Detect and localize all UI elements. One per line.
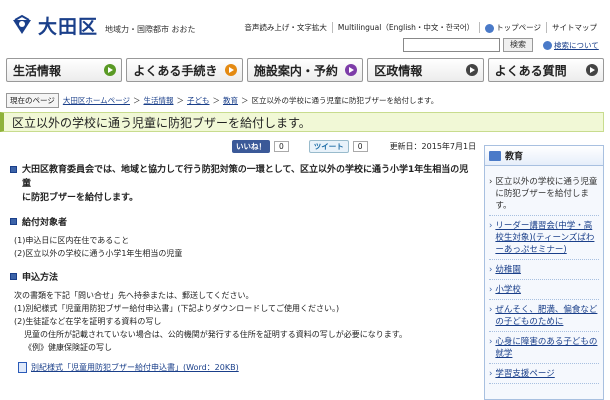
arrow-right-icon [345, 64, 358, 76]
application-text: 次の書類を下記「問い合せ」先へ持参または、郵送してください。 (1)別紀様式「児… [14, 291, 407, 352]
logo-text: 大田区 [38, 16, 99, 38]
chevron-right-icon: › [489, 337, 493, 347]
arrow-right-icon [586, 64, 599, 76]
search-input[interactable] [403, 38, 500, 52]
nav-life-info[interactable]: 生活情報 [6, 58, 123, 82]
eligibility-text: (1)申込日に区内在住であること (2)区立以外の学校に通う小学1年生相当の児童 [14, 236, 183, 258]
chevron-right-icon: › [489, 265, 493, 275]
breadcrumb-education[interactable]: 教育 [223, 95, 238, 106]
sidebar-item-disability[interactable]: › 心身に障害のある子どもの就学 [489, 332, 599, 364]
facebook-like-button[interactable]: いいね！ [232, 140, 270, 153]
breadcrumb-life[interactable]: 生活情報 [143, 95, 173, 106]
ota-city-emblem-icon [13, 14, 31, 34]
search-button[interactable]: 検索 [503, 38, 533, 52]
word-document-icon [18, 362, 27, 373]
square-bullet-icon [10, 166, 17, 173]
speech-zoom-link[interactable]: 音声読み上げ・文字拡大 [239, 22, 332, 33]
multilingual-link[interactable]: Multilingual（English・中文・한국어） [331, 22, 479, 33]
square-bullet-icon [10, 273, 17, 280]
sidebar-list: › 区立以外の学校に通う児童に防犯ブザーを給付します。 › リーダー講習会(中学・高… [485, 166, 603, 384]
social-share: いいね！ 0 ツイート 0 更新日：2015年7月1日 [232, 140, 476, 153]
download-file[interactable]: 別紀様式「児童用防犯ブザー給付申込書」(Word：20KB) [10, 362, 476, 373]
arrow-right-icon [465, 64, 478, 76]
book-icon [489, 150, 501, 161]
updated-date: 更新日：2015年7月1日 [389, 142, 477, 151]
search-guide[interactable]: 検索について [543, 40, 599, 51]
sidebar-item-leader-seminar[interactable]: › リーダー講習会(中学・高校生対象)(ティーンズぱわーあっぷセミナー) [489, 216, 599, 260]
tweet-count: 0 [352, 141, 368, 152]
chevron-right-icon: › [489, 177, 493, 187]
breadcrumb-label: 現在のページ [6, 92, 59, 108]
page-title: 区立以外の学校に通う児童に防犯ブザーを給付します。 [0, 112, 604, 132]
download-link[interactable]: 別紀様式「児童用防犯ブザー給付申込書」(Word：20KB) [31, 362, 239, 373]
section-heading-application: 申込方法 [10, 270, 476, 283]
logo-tagline: 地域力・国際都市 おおた [105, 25, 196, 34]
like-count: 0 [274, 141, 289, 152]
nav-faq[interactable]: よくある質問 [487, 58, 605, 82]
search-guide-link[interactable]: 検索について [554, 40, 599, 51]
arrow-right-icon [224, 64, 237, 76]
sidebar-item-asthma[interactable]: › ぜんそく、肥満、偏食などの子どものために [489, 300, 599, 332]
site-header: 大田区 地域力・国際都市 おおた 音声読み上げ・文字拡大 Multilingua… [0, 0, 610, 56]
site-logo[interactable]: 大田区 [10, 12, 98, 39]
section-heading-eligibility: 給付対象者 [10, 215, 476, 228]
sidebar-item-elementary[interactable]: › 小学校 [489, 280, 599, 300]
global-nav: 生活情報 よくある手続き 施設案内・予約 区政情報 よくある質問 [6, 58, 605, 82]
sidebar-heading: 教育 [485, 146, 603, 166]
arrow-circle-icon [485, 23, 495, 33]
chevron-right-icon: › [489, 369, 493, 379]
chevron-right-icon: › [489, 221, 493, 231]
sitemap-link[interactable]: サイトマップ [546, 22, 602, 33]
chevron-right-icon: › [489, 305, 493, 315]
chevron-right-icon: › [489, 285, 493, 295]
nav-city-admin[interactable]: 区政情報 [367, 58, 484, 82]
arrow-circle-icon [543, 40, 552, 50]
top-page-link[interactable]: トップページ [479, 22, 546, 33]
sidebar: 教育 › 区立以外の学校に通う児童に防犯ブザーを給付します。 › リーダー講習会(中… [484, 145, 604, 400]
breadcrumb: 現在のページ 大田区ホームページ＞ 生活情報＞ 子ども＞ 教育＞ 区立以外の学校… [6, 92, 439, 108]
square-bullet-icon [10, 218, 17, 225]
nav-procedures[interactable]: よくある手続き [126, 58, 243, 82]
search-bar: 検索 検索について [403, 38, 599, 52]
intro-text: 大田区教育委員会では、地域と協力して行う防犯対策の一環として、区立以外の学校に通… [10, 163, 476, 205]
main-content: 大田区教育委員会では、地域と協力して行う防犯対策の一環として、区立以外の学校に通… [10, 163, 476, 373]
sidebar-item-current[interactable]: › 区立以外の学校に通う児童に防犯ブザーを給付します。 [489, 172, 599, 216]
breadcrumb-current: 区立以外の学校に通う児童に防犯ブザーを給付します。 [251, 95, 439, 105]
tweet-button[interactable]: ツイート [308, 140, 349, 153]
sidebar-item-learning-support[interactable]: › 学習支援ページ [489, 364, 599, 384]
arrow-right-icon [104, 64, 117, 76]
sidebar-item-kindergarten[interactable]: › 幼稚園 [489, 260, 599, 280]
nav-facilities[interactable]: 施設案内・予約 [246, 58, 364, 82]
breadcrumb-home[interactable]: 大田区ホームページ [63, 95, 130, 106]
utility-links: 音声読み上げ・文字拡大 Multilingual（English・中文・한국어）… [239, 22, 602, 33]
breadcrumb-children[interactable]: 子ども [187, 95, 210, 106]
